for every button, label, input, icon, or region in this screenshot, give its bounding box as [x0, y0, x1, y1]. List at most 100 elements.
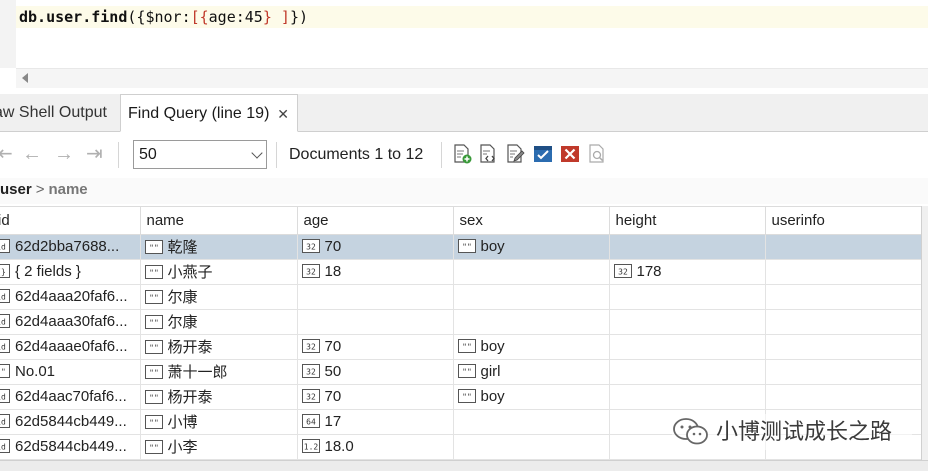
svg-text:"": ""	[462, 343, 472, 352]
cell-age-value: 70	[324, 388, 342, 405]
svg-text:"": ""	[149, 419, 159, 428]
string-type-icon: ""	[144, 415, 163, 430]
next-page-button[interactable]: →	[54, 142, 74, 166]
cell-sex[interactable]	[453, 309, 610, 335]
column-header-sex[interactable]: sex	[453, 207, 610, 235]
cell-userinfo[interactable]	[765, 284, 921, 310]
object-type-icon: {}	[0, 264, 10, 279]
cell-userinfo[interactable]	[765, 234, 921, 260]
tab-raw-shell-output[interactable]: aw Shell Output	[0, 94, 117, 132]
tab-find-query[interactable]: Find Query (line 19) ✕	[120, 94, 298, 132]
cell-userinfo[interactable]	[765, 309, 921, 335]
cell-id[interactable]: {} { 2 fields }	[0, 259, 141, 285]
code-line-current[interactable]: db.user.find({$nor:[{age:45} ]})	[16, 6, 928, 28]
cell-name[interactable]: "" 杨开泰	[140, 334, 298, 360]
cell-height[interactable]	[609, 309, 766, 335]
cell-sex[interactable]: "" boy	[453, 234, 610, 260]
cell-id[interactable]: id 62d4aaa30faf6...	[0, 309, 141, 335]
cell-age[interactable]: 64 17	[297, 409, 454, 435]
cell-name-value: 小燕子	[167, 264, 213, 281]
cell-name-value: 乾隆	[167, 239, 198, 256]
cell-name-value: 杨开泰	[167, 339, 213, 356]
page-size-select[interactable]: 50	[133, 140, 267, 169]
cell-name[interactable]: "" 尔康	[140, 284, 298, 310]
view-json-icon[interactable]	[478, 144, 498, 164]
table-row[interactable]: id 62d2bba7688... "" 乾隆 32 70 "" boy	[0, 234, 921, 260]
close-tab-icon[interactable]: ✕	[277, 95, 289, 133]
add-document-icon[interactable]	[452, 144, 472, 164]
cell-id[interactable]: id 62d4aaae0faf6...	[0, 334, 141, 360]
cell-userinfo[interactable]	[765, 334, 921, 360]
cell-height[interactable]	[609, 234, 766, 260]
column-header-userinfo[interactable]: userinfo	[765, 207, 921, 235]
cell-age[interactable]: 32 50	[297, 359, 454, 385]
delete-icon[interactable]	[560, 144, 580, 164]
cell-age[interactable]	[297, 284, 454, 310]
vertical-scrollbar[interactable]	[921, 206, 928, 466]
cell-age[interactable]: 32 70	[297, 234, 454, 260]
table-row[interactable]: id 62d4aaa20faf6... "" 尔康	[0, 284, 921, 310]
cell-height[interactable]	[609, 384, 766, 410]
cell-id-value: 62d5844cb449...	[15, 413, 127, 430]
cell-age[interactable]: 32 18	[297, 259, 454, 285]
cell-height[interactable]: 32 178	[609, 259, 766, 285]
cell-id[interactable]: id 62d4aac70faf6...	[0, 384, 141, 410]
table-row[interactable]: {} { 2 fields } "" 小燕子 32 18 32 178	[0, 259, 921, 285]
scroll-left-arrow-icon[interactable]	[22, 73, 28, 83]
query-icon[interactable]	[587, 144, 607, 164]
first-page-button[interactable]: ⇤	[0, 142, 13, 166]
cell-sex[interactable]: "" girl	[453, 359, 610, 385]
table-row[interactable]: id 62d4aaa30faf6... "" 尔康	[0, 309, 921, 335]
cell-age[interactable]: 32 70	[297, 334, 454, 360]
column-header-height[interactable]: height	[609, 207, 766, 235]
cell-name[interactable]: "" 乾隆	[140, 234, 298, 260]
last-page-button[interactable]: ⇥	[86, 142, 103, 166]
chevron-down-icon	[251, 147, 263, 159]
cell-name[interactable]: "" 小李	[140, 434, 298, 460]
objectid-type-icon: id	[0, 239, 10, 254]
cell-userinfo[interactable]	[765, 359, 921, 385]
cell-id[interactable]: id 62d4aaa20faf6...	[0, 284, 141, 310]
query-editor[interactable]: db.user.find({$nor:[{age:45} ]})	[0, 0, 928, 92]
save-icon[interactable]	[533, 144, 553, 164]
cell-id[interactable]: id 62d2bba7688...	[0, 234, 141, 260]
column-header-id[interactable]: id	[0, 207, 141, 235]
cell-sex[interactable]	[453, 434, 610, 460]
table-row[interactable]: id 62d4aaae0faf6... "" 杨开泰 32 70 "" boy	[0, 334, 921, 360]
cell-sex[interactable]	[453, 259, 610, 285]
cell-userinfo[interactable]	[765, 259, 921, 285]
cell-sex[interactable]: "" boy	[453, 334, 610, 360]
breadcrumb-collection[interactable]: user	[0, 181, 32, 198]
cell-sex[interactable]	[453, 284, 610, 310]
cell-name[interactable]: "" 萧十一郎	[140, 359, 298, 385]
editor-horizontal-scrollbar[interactable]	[16, 68, 928, 88]
cell-height[interactable]	[609, 334, 766, 360]
cell-age[interactable]: 32 70	[297, 384, 454, 410]
cell-age[interactable]	[297, 309, 454, 335]
cell-sex[interactable]: "" boy	[453, 384, 610, 410]
svg-text:"": ""	[149, 244, 159, 253]
cell-name[interactable]: "" 小博	[140, 409, 298, 435]
string-type-icon: ""	[144, 290, 163, 305]
column-header-name[interactable]: name	[140, 207, 298, 235]
cell-id[interactable]: id 62d5844cb449...	[0, 409, 141, 435]
cell-age[interactable]: 1.2 18.0	[297, 434, 454, 460]
cell-sex[interactable]	[453, 409, 610, 435]
cell-age-value: 18.0	[324, 438, 354, 455]
cell-height[interactable]	[609, 284, 766, 310]
cell-id[interactable]: "" No.01	[0, 359, 141, 385]
edit-document-icon[interactable]	[505, 144, 525, 164]
table-row[interactable]: id 62d4aac70faf6... "" 杨开泰 32 70 "" boy	[0, 384, 921, 410]
cell-name[interactable]: "" 小燕子	[140, 259, 298, 285]
cell-name[interactable]: "" 杨开泰	[140, 384, 298, 410]
column-header-age[interactable]: age	[297, 207, 454, 235]
cell-height[interactable]	[609, 359, 766, 385]
cell-userinfo[interactable]	[765, 384, 921, 410]
cell-name[interactable]: "" 尔康	[140, 309, 298, 335]
table-row[interactable]: "" No.01 "" 萧十一郎 32 50 "" girl	[0, 359, 921, 385]
svg-text:"": ""	[0, 368, 6, 377]
previous-page-button[interactable]: ←	[22, 142, 42, 166]
svg-text:"": ""	[149, 269, 159, 278]
cell-id[interactable]: id 62d5844cb449...	[0, 434, 141, 460]
objectid-type-icon: id	[0, 314, 10, 329]
